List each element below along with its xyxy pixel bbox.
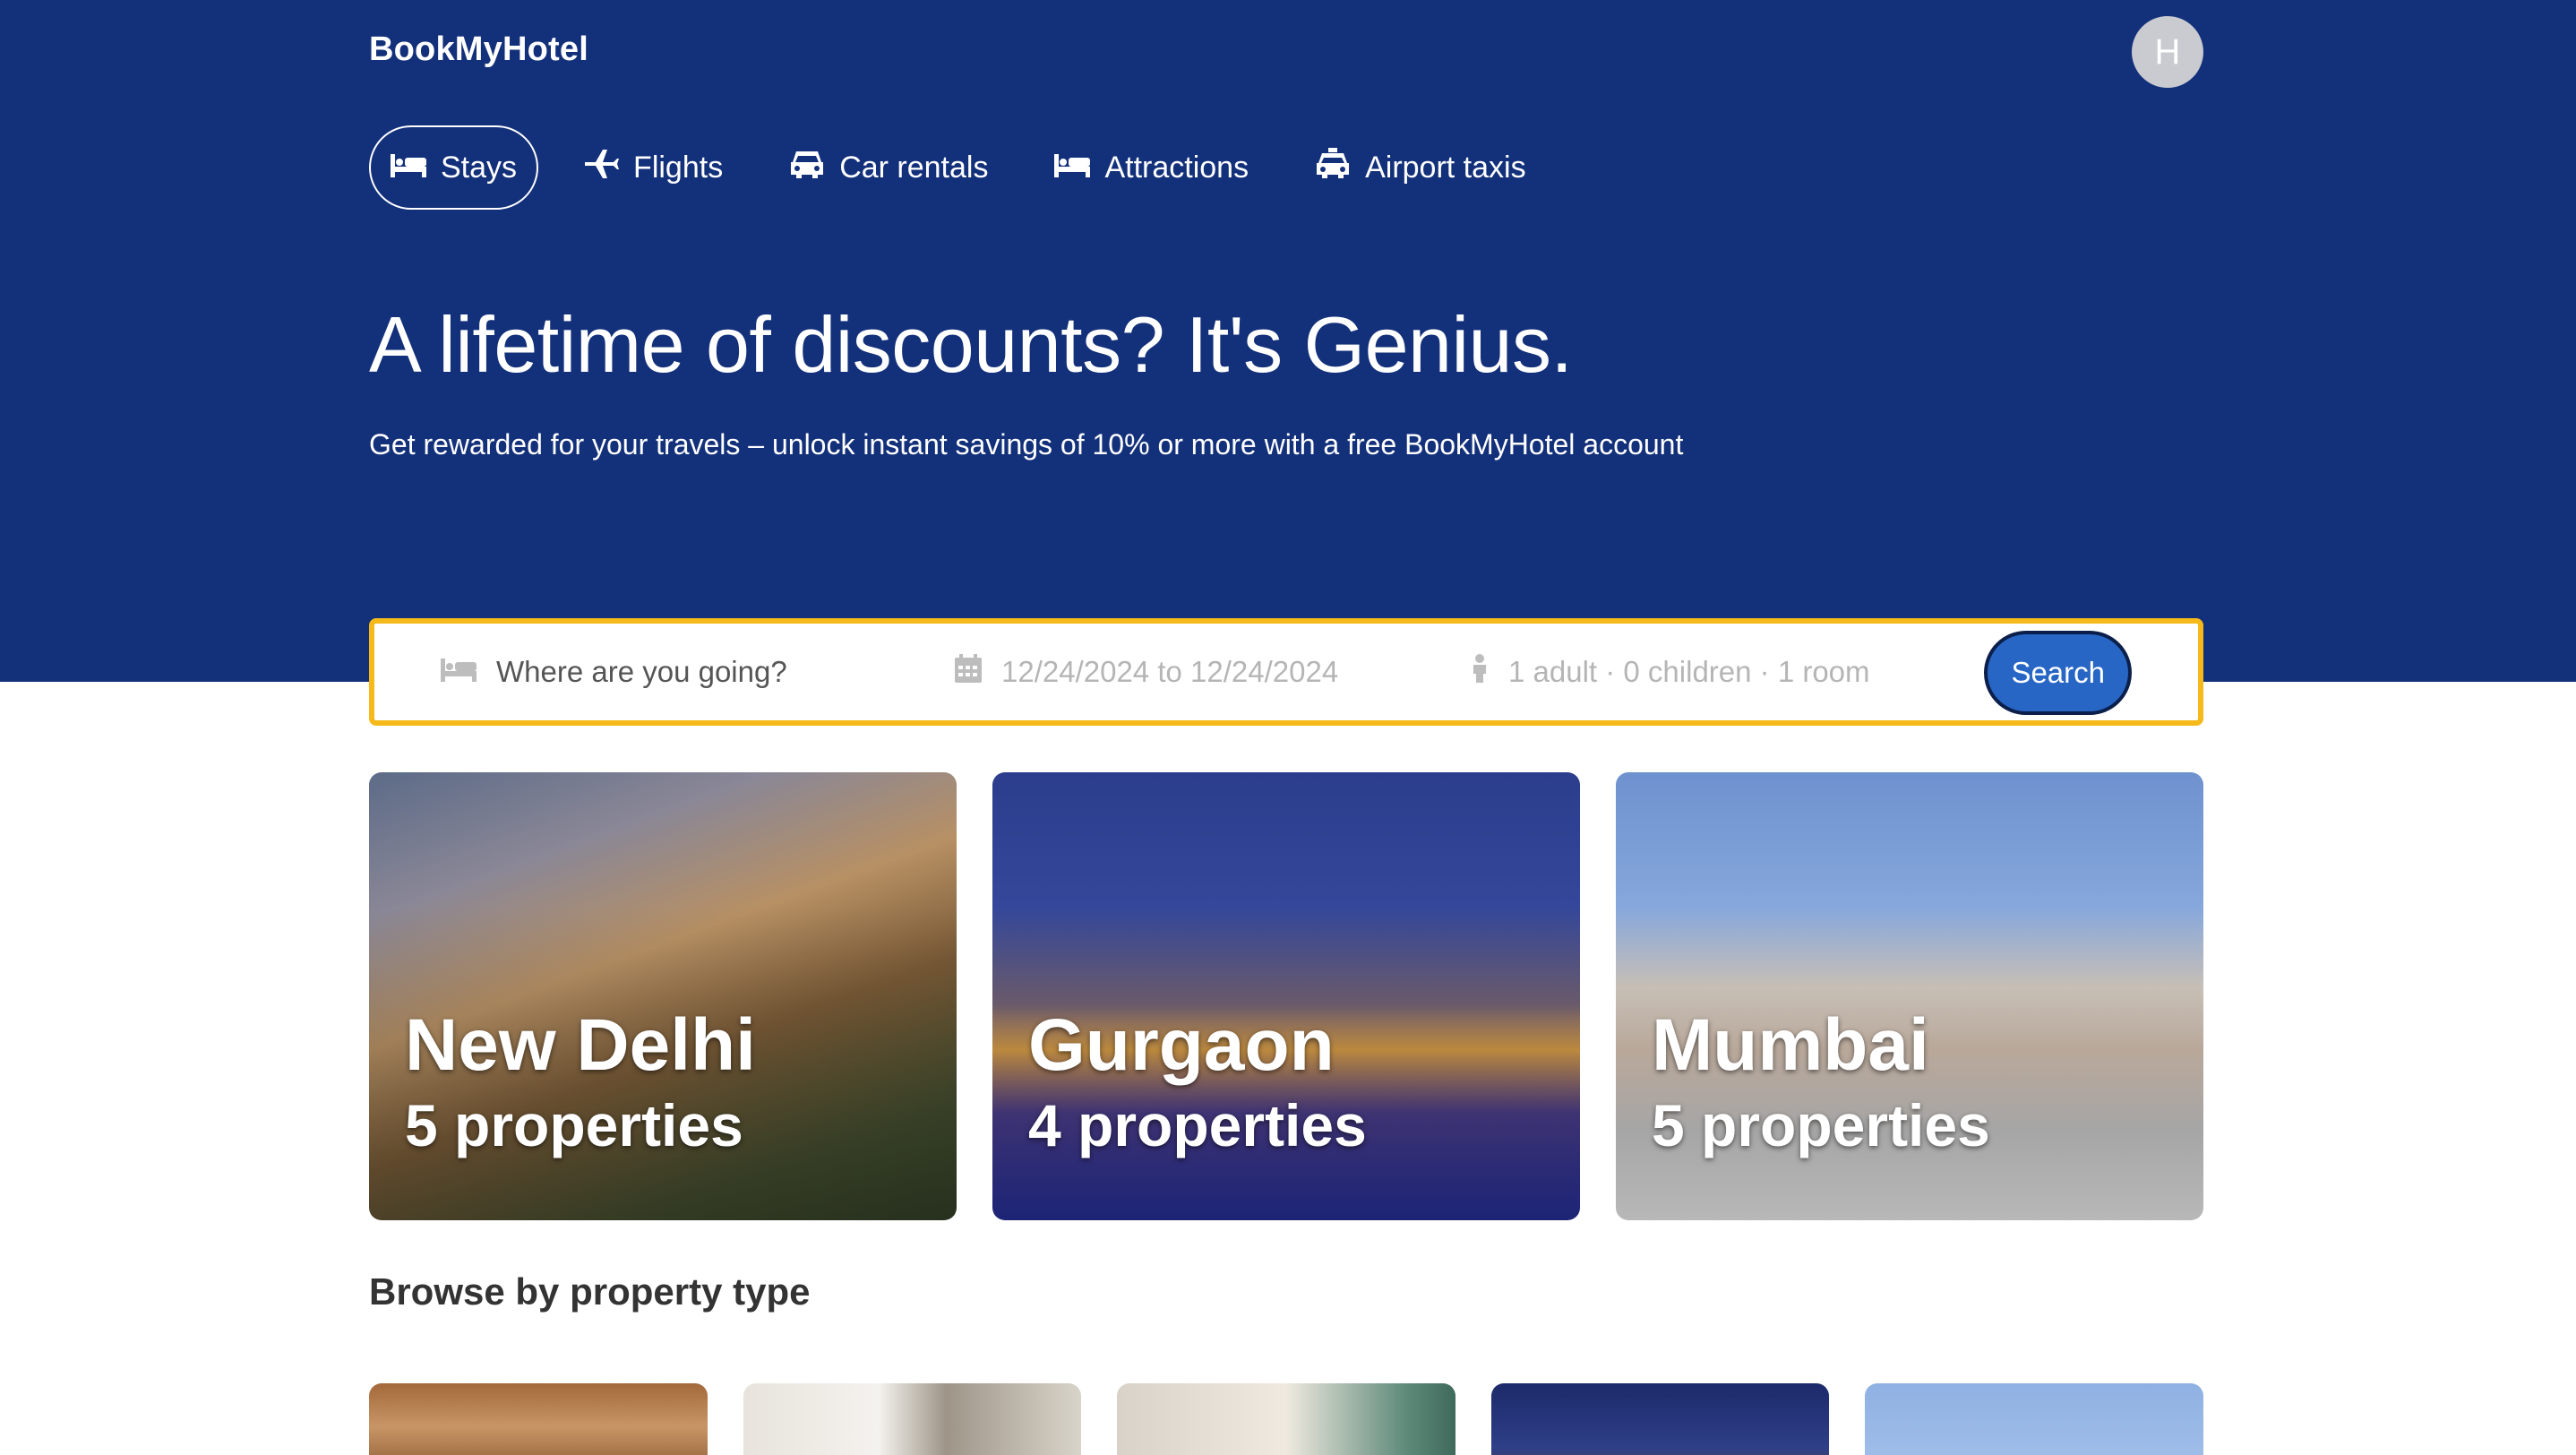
category-nav: Stays Flights Car rentals Attractions Ai… <box>369 125 1548 210</box>
tab-flights[interactable]: Flights <box>562 125 744 210</box>
destination-input[interactable]: Where are you going? <box>441 624 787 720</box>
property-type-list <box>369 1383 2203 1455</box>
tab-stays[interactable]: Stays <box>369 125 539 210</box>
search-bar: Where are you going? 12/24/2024 to 12/24… <box>369 618 2203 726</box>
date-range-value: 12/24/2024 to 12/24/2024 <box>1001 655 1339 688</box>
property-type-card[interactable] <box>743 1383 1082 1455</box>
destination-properties: 5 properties <box>405 1092 743 1159</box>
destination-city: Mumbai <box>1652 1004 1929 1086</box>
destination-properties: 5 properties <box>1652 1092 1990 1159</box>
destination-list: New Delhi 5 properties Gurgaon 4 propert… <box>369 772 2203 1220</box>
hero-headline: A lifetime of discounts? It's Genius. <box>369 300 1573 389</box>
tab-label: Stays <box>441 150 518 185</box>
destination-placeholder: Where are you going? <box>496 655 787 688</box>
destination-city: New Delhi <box>405 1004 756 1086</box>
destination-caption: New Delhi 5 properties <box>405 1003 756 1165</box>
taxi-icon <box>1315 147 1351 188</box>
destination-card-mumbai[interactable]: Mumbai 5 properties <box>1616 772 2203 1220</box>
property-type-card[interactable] <box>369 1383 708 1455</box>
destination-caption: Mumbai 5 properties <box>1652 1003 1990 1165</box>
date-range-picker[interactable]: 12/24/2024 to 12/24/2024 <box>955 624 1338 720</box>
user-avatar[interactable]: H <box>2132 16 2203 88</box>
calendar-icon <box>955 654 982 690</box>
bed-icon <box>441 655 477 689</box>
tab-label: Airport taxis <box>1365 150 1526 185</box>
hero-subhead: Get rewarded for your travels – unlock i… <box>369 428 1684 461</box>
tab-airport-taxis[interactable]: Airport taxis <box>1293 125 1548 210</box>
car-icon <box>789 148 825 188</box>
person-icon <box>1471 654 1489 690</box>
property-type-heading: Browse by property type <box>369 1270 811 1313</box>
destination-properties: 4 properties <box>1028 1092 1367 1159</box>
destination-card-new-delhi[interactable]: New Delhi 5 properties <box>369 772 957 1220</box>
destination-caption: Gurgaon 4 properties <box>1028 1003 1367 1165</box>
property-type-card[interactable] <box>1117 1383 1455 1455</box>
tab-attractions[interactable]: Attractions <box>1033 125 1270 210</box>
tab-label: Flights <box>633 150 724 185</box>
guests-selector[interactable]: 1 adult · 0 children · 1 room <box>1471 624 1870 720</box>
destination-city: Gurgaon <box>1028 1004 1335 1086</box>
tab-label: Attractions <box>1104 150 1249 185</box>
bed-icon <box>1054 148 1091 188</box>
property-type-card[interactable] <box>1490 1383 1830 1455</box>
search-button[interactable]: Search <box>1984 631 2132 715</box>
top-bar: BookMyHotel H <box>369 0 2203 104</box>
plane-icon <box>583 148 620 188</box>
tab-label: Car rentals <box>839 150 989 185</box>
bed-icon <box>391 148 426 188</box>
guests-value: 1 adult · 0 children · 1 room <box>1508 655 1870 688</box>
tab-car-rentals[interactable]: Car rentals <box>768 125 1009 210</box>
property-type-card[interactable] <box>1865 1383 2203 1455</box>
brand-logo[interactable]: BookMyHotel <box>369 30 588 69</box>
destination-card-gurgaon[interactable]: Gurgaon 4 properties <box>992 772 1580 1220</box>
